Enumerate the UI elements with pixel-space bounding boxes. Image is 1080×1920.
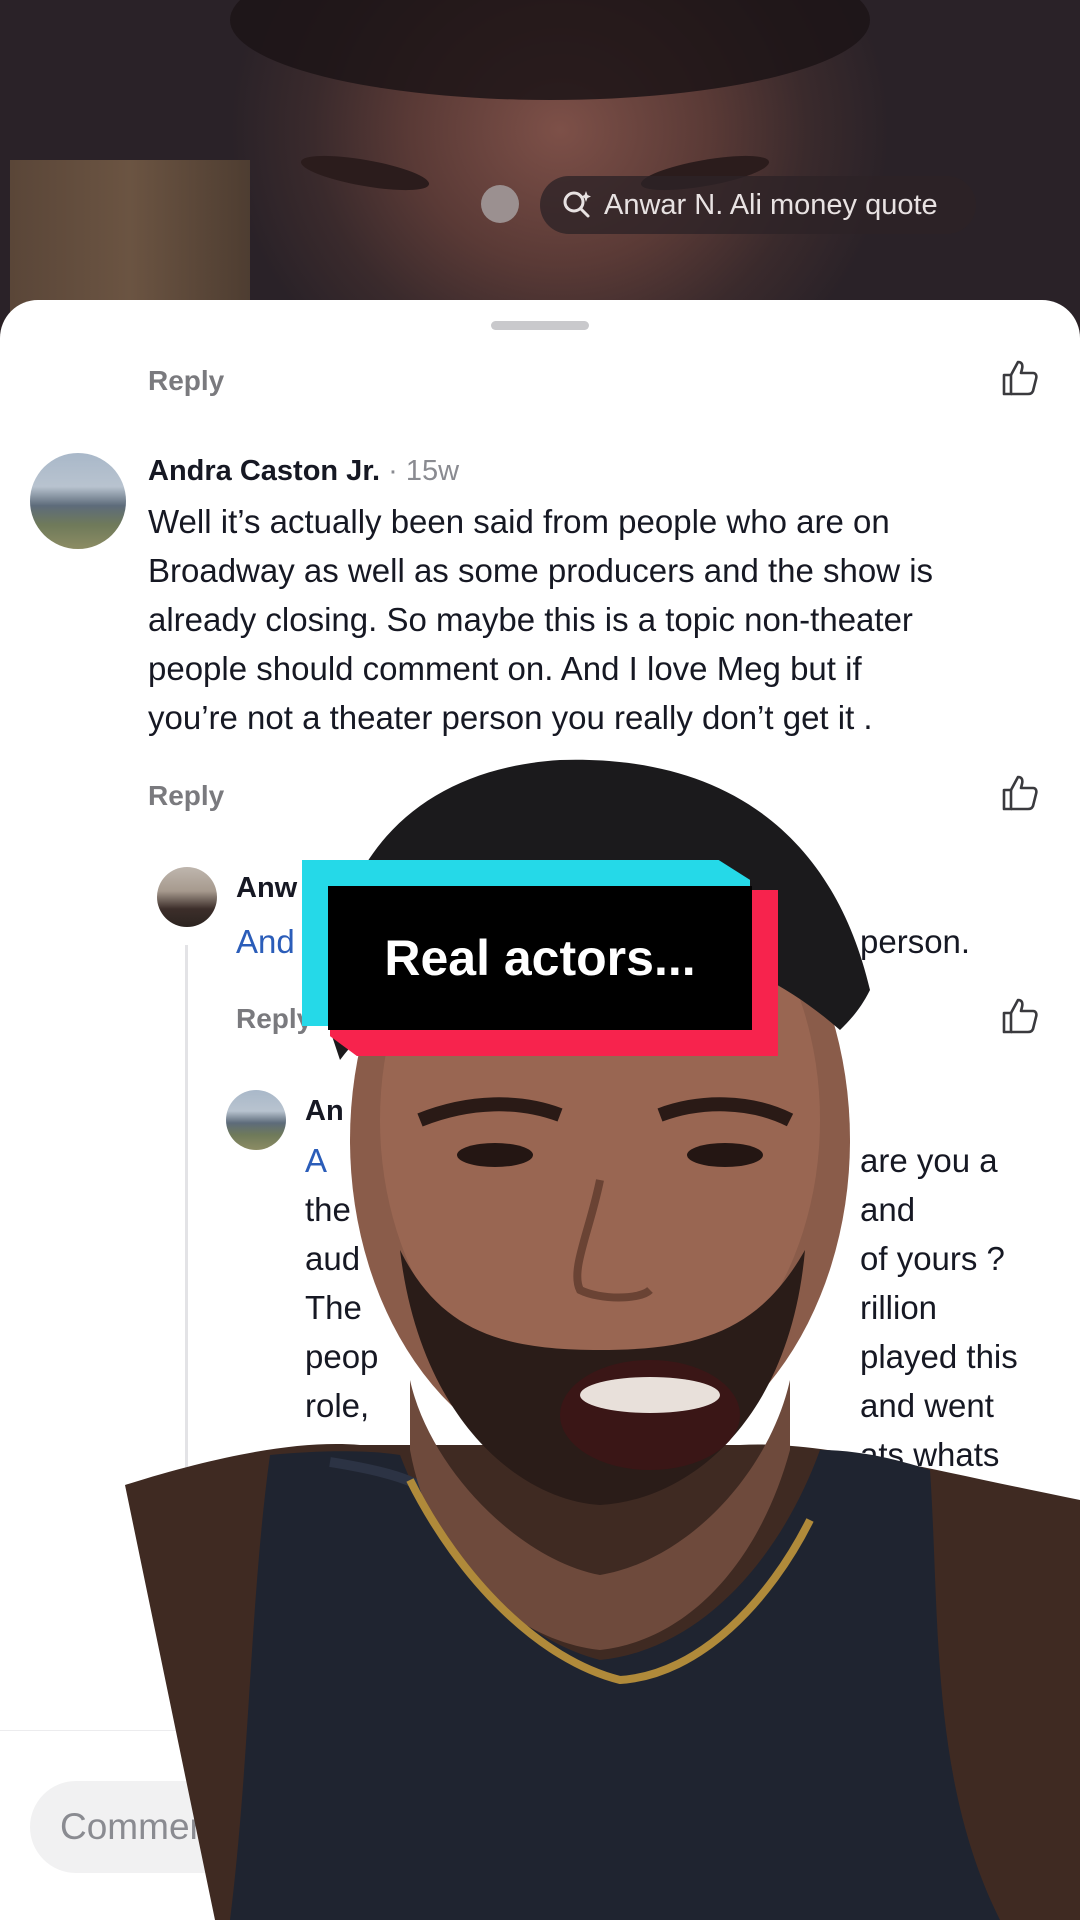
text-fragment: are you a — [860, 1142, 998, 1179]
text-fragment: role, — [305, 1387, 370, 1424]
mention-link[interactable]: And — [236, 917, 295, 966]
caption-text: Real actors... — [328, 886, 752, 1030]
comment-input[interactable]: Commen — [30, 1781, 650, 1873]
comment-time: · 15w — [388, 455, 460, 487]
text-fragment: ats whats — [860, 1436, 1000, 1473]
text-fragment: peop — [305, 1338, 379, 1375]
thread-line — [185, 945, 188, 1755]
reply-button[interactable]: Reply — [148, 780, 224, 812]
avatar[interactable] — [226, 1090, 286, 1150]
reply-text-right: are you a and of yours ? rillion played … — [860, 1136, 1060, 1479]
background-door — [10, 160, 250, 320]
text-fragment: and — [860, 1191, 916, 1228]
text-fragment: The — [305, 1289, 362, 1326]
reply-text: person. — [860, 923, 971, 960]
comment-author[interactable]: Andra Caston Jr. · 15w — [148, 455, 459, 488]
reply-button[interactable]: Reply — [148, 365, 224, 397]
reply-author[interactable]: Anw — [236, 872, 297, 905]
like-icon[interactable] — [1000, 358, 1040, 398]
comment-composer: Commen — [0, 1730, 1080, 1920]
comment-line: you’re not a theater person you really d… — [148, 699, 873, 736]
like-icon[interactable] — [1000, 996, 1040, 1036]
search-query: Anwar N. Ali money quote — [604, 188, 938, 221]
text-fragment: of yours ? — [860, 1240, 1005, 1277]
avatar[interactable] — [157, 867, 217, 927]
avatar[interactable] — [30, 453, 126, 549]
comment-line: people should comment on. And I love Meg… — [148, 650, 862, 687]
reply-author[interactable]: An — [305, 1095, 344, 1128]
caption-sticker: Real actors... — [302, 860, 778, 1056]
text-fragment: the — [305, 1191, 351, 1228]
like-icon[interactable] — [1000, 773, 1040, 813]
comment-line: Broadway as well as some producers and t… — [148, 552, 934, 589]
comment-line: already closing. So maybe this is a topi… — [148, 601, 913, 638]
author-name[interactable]: Andra Caston Jr. — [148, 455, 380, 487]
text-fragment: aud — [305, 1240, 361, 1277]
comments-sheet: Reply Andra Caston Jr. · 15w Well it’s a… — [0, 300, 1080, 1920]
reply-button[interactable]: Reply — [236, 1003, 312, 1035]
text-fragment: played this — [860, 1338, 1018, 1375]
avatar-dot — [481, 185, 519, 223]
mention-link[interactable]: A — [305, 1136, 327, 1185]
sheet-handle[interactable] — [491, 321, 589, 330]
search-suggestion[interactable]: Anwar N. Ali money quote — [540, 176, 976, 234]
search-icon — [563, 191, 591, 218]
comment-line: Well it’s actually been said from people… — [148, 503, 890, 540]
text-fragment: and went — [860, 1387, 994, 1424]
comment-body: Well it’s actually been said from people… — [148, 497, 1048, 742]
text-fragment: rillion — [860, 1289, 938, 1326]
reply-text-left: the aud The peop role, — [305, 1185, 378, 1430]
